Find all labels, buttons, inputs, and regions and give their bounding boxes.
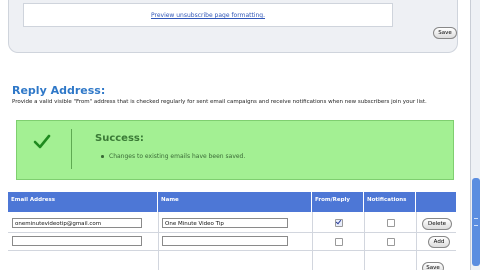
preview-unsubscribe-link[interactable]: Preview unsubscribe page formatting. bbox=[24, 12, 392, 19]
new-name-field[interactable] bbox=[162, 236, 288, 246]
column-header-notifications: Notifications bbox=[364, 192, 416, 212]
row-divider bbox=[8, 250, 456, 251]
name-field[interactable]: One Minute Video Tip bbox=[162, 218, 288, 228]
save-button-top[interactable]: Save bbox=[433, 27, 457, 39]
notifications-checkbox[interactable] bbox=[387, 238, 395, 246]
unsubscribe-panel: Preview unsubscribe page formatting. Sav… bbox=[8, 0, 458, 53]
new-email-field[interactable] bbox=[12, 236, 142, 246]
delete-button[interactable]: Delete bbox=[422, 218, 452, 230]
checkmark-icon bbox=[33, 134, 51, 149]
column-header-actions bbox=[416, 192, 456, 212]
from-reply-checkbox[interactable] bbox=[335, 219, 343, 227]
add-button[interactable]: Add bbox=[428, 236, 450, 248]
success-divider bbox=[71, 129, 72, 169]
success-title: Success: bbox=[95, 133, 144, 144]
column-divider bbox=[364, 212, 365, 270]
bullet-icon bbox=[101, 155, 104, 158]
email-field[interactable]: oneminutevideotip@gmail.com bbox=[12, 218, 142, 228]
column-divider bbox=[416, 212, 417, 270]
success-text: Changes to existing emails have been sav… bbox=[109, 153, 246, 160]
reply-address-table: Email Address Name From/Reply Notificati… bbox=[8, 192, 456, 270]
column-header-email: Email Address bbox=[8, 192, 158, 212]
notifications-checkbox[interactable] bbox=[387, 219, 395, 227]
column-divider bbox=[312, 212, 313, 270]
row-divider bbox=[8, 232, 456, 233]
success-message-box: Success: Changes to existing emails have… bbox=[16, 120, 454, 180]
column-divider bbox=[158, 212, 159, 270]
vertical-scrollbar[interactable] bbox=[470, 0, 480, 270]
column-header-name: Name bbox=[158, 192, 312, 212]
save-button[interactable]: Save bbox=[422, 262, 444, 270]
grip-icon bbox=[474, 218, 478, 226]
column-header-from-reply: From/Reply bbox=[312, 192, 364, 212]
screen: Preview unsubscribe page formatting. Sav… bbox=[0, 0, 480, 270]
scrollbar-thumb[interactable] bbox=[472, 178, 480, 266]
reply-address-description: Provide a valid visible "From" address t… bbox=[12, 99, 427, 105]
reply-address-title: Reply Address: bbox=[12, 84, 106, 97]
unsubscribe-preview-box: Preview unsubscribe page formatting. bbox=[23, 3, 393, 27]
from-reply-checkbox[interactable] bbox=[335, 238, 343, 246]
